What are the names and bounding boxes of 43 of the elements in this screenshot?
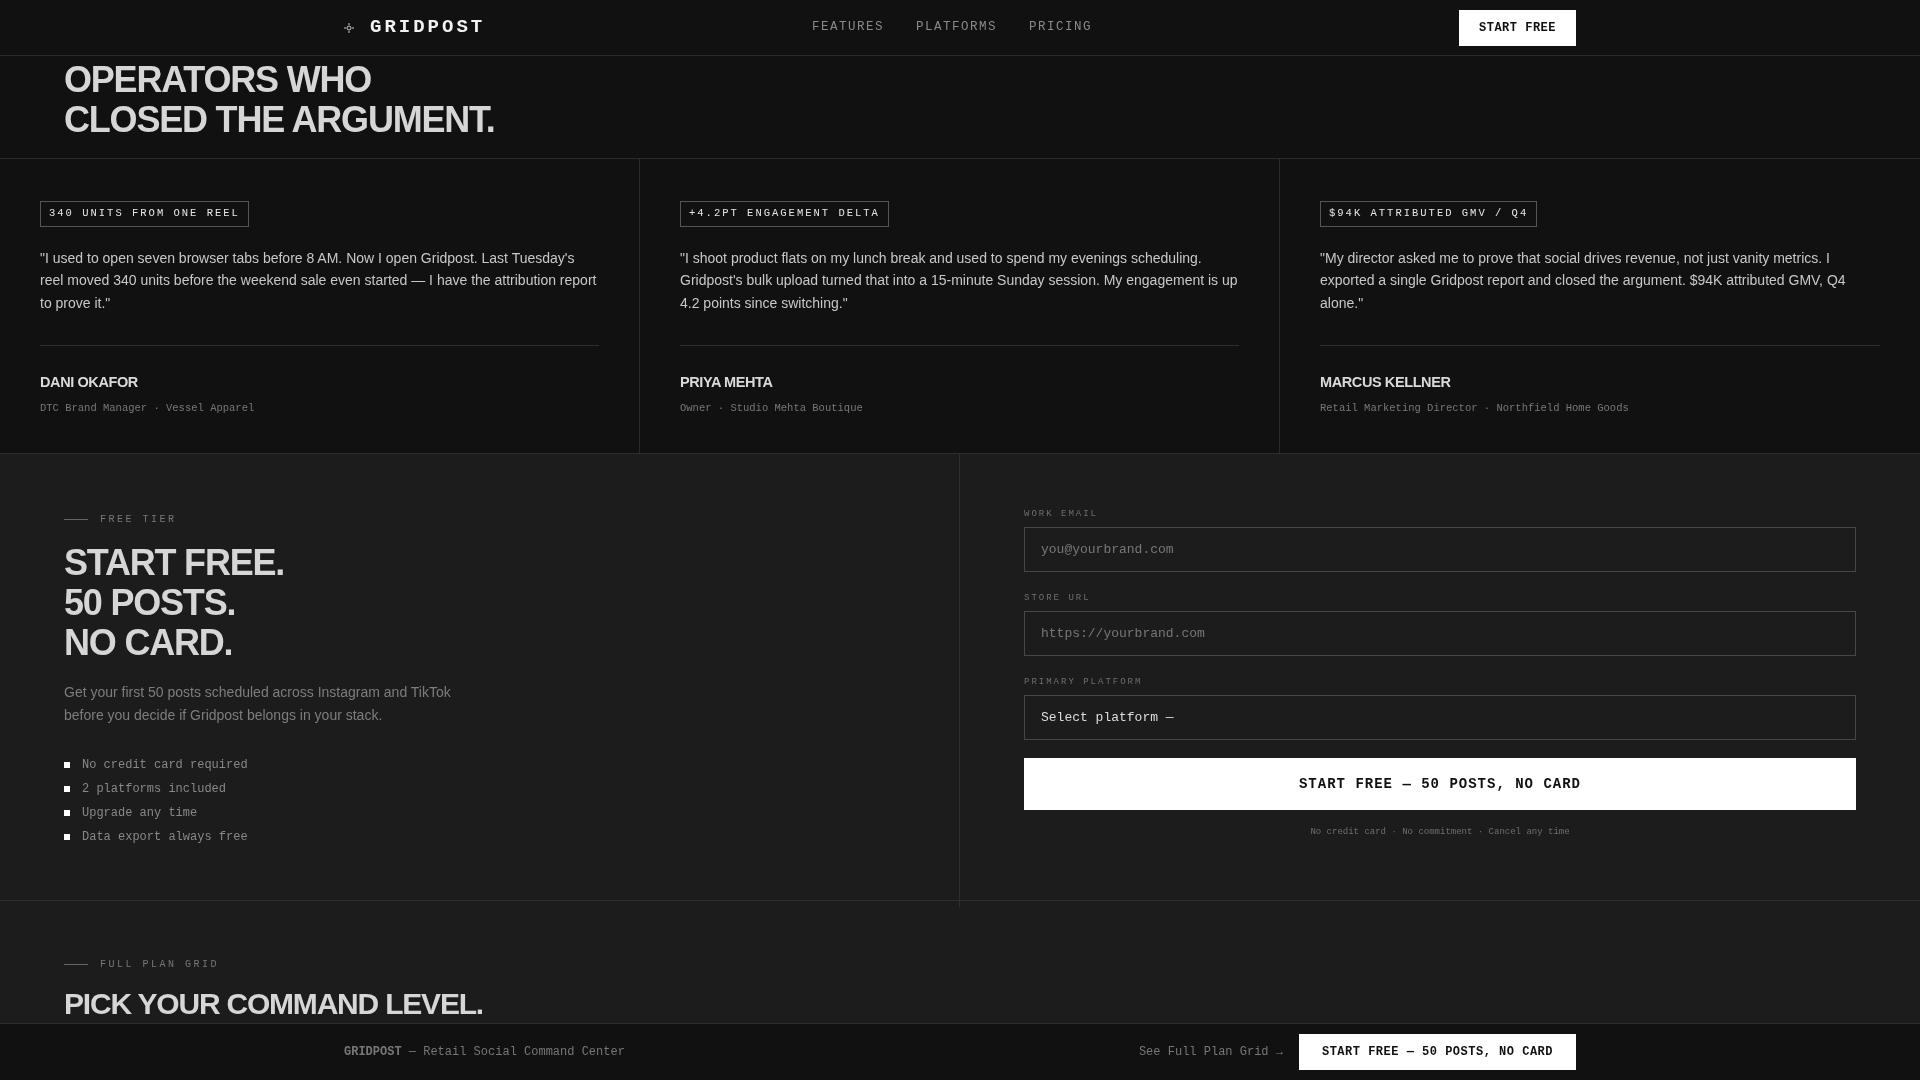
eyebrow-label: FREE TIER (100, 513, 177, 527)
brand-logo[interactable]: GRIDPOST (370, 13, 486, 42)
input-field[interactable]: you@yourbrand.com (1024, 527, 1856, 572)
start-free-button[interactable]: START FREE — 50 POSTS, NO CARD (1298, 1034, 1576, 1070)
author-name: DANI OKAFOR (40, 373, 138, 390)
author-name: PRIYA MEHTA (680, 373, 773, 390)
description-text: Get your first 50 posts scheduled across Instagram and TikTok before you decide if Gridpost belongs in your stack. (64, 683, 452, 725)
feature-item: Upgrade any time (82, 805, 198, 822)
footer-tagline: GRIDPOST — Retail Social Command Center (344, 1044, 625, 1061)
author-role: Owner · Studio Mehta Boutique (680, 401, 863, 414)
field-label: PRIMARY PLATFORM (1024, 677, 1143, 687)
metric-tag: +4.2PT ENGAGEMENT DELTA (680, 201, 889, 227)
feature-item: Data export always free (82, 829, 248, 846)
eyebrow-label: FULL PLAN GRID (100, 958, 219, 972)
section-heading: START FREE. 50 POSTS. NO CARD. (64, 543, 286, 663)
section-heading: OPERATORS WHO CLOSED THE ARGUMENT. (64, 60, 496, 140)
nav-link[interactable]: PRICING (1029, 18, 1093, 37)
author-name: MARCUS KELLNER (1320, 373, 1451, 390)
testimonial-quote: "I shoot product flats on my lunch break and used to spend my evenings scheduling. Gridpost's bulk upload turned that into a 15-minute Sunday session. My engagement is up 4.2 points since switching." (680, 248, 1239, 311)
start-free-button[interactable]: START FREE (1459, 9, 1576, 46)
bullet-icon (64, 834, 70, 840)
feature-item: No credit card required (82, 757, 248, 774)
nav-link[interactable]: FEATURES (812, 18, 885, 37)
metric-tag: 340 UNITS FROM ONE REEL (40, 201, 249, 227)
testimonial-quote: "I used to open seven browser tabs before 8 AM. Now I open Gridpost. Last Tuesday's reel moved 340 units before the weekend sale even started — I have the attribution report to prove it." (40, 248, 598, 311)
author-role: Retail Marketing Director · Northfield Home Goods (1320, 401, 1629, 414)
field-label: WORK EMAIL (1024, 509, 1098, 519)
section-heading: PICK YOUR COMMAND LEVEL. (64, 986, 484, 1022)
input-field[interactable]: https://yourbrand.com (1024, 611, 1856, 656)
form-note: No credit card · No commitment · Cancel any time (1309, 826, 1571, 839)
metric-tag: $94K ATTRIBUTED GMV / Q4 (1320, 201, 1538, 227)
nav-link[interactable]: PLATFORMS (916, 18, 998, 37)
bullet-icon (64, 786, 70, 792)
submit-button[interactable]: START FREE — 50 POSTS, NO CARD (1024, 758, 1856, 810)
field-label: STORE URL (1024, 593, 1091, 603)
sun-icon (344, 22, 354, 33)
plan-grid-link[interactable]: See Full Plan Grid → (1138, 1043, 1283, 1061)
testimonial-quote: "My director asked me to prove that social drives revenue, not just vanity metrics. I exported a single Gridpost report and closed the argument. $94K attributed GMV, Q4 alone." (1320, 248, 1847, 311)
feature-item: 2 platforms included (82, 781, 227, 798)
bullet-icon (64, 762, 70, 768)
author-role: DTC Brand Manager · Vessel Apparel (40, 401, 255, 414)
bullet-icon (64, 810, 70, 816)
platform-select[interactable]: Select platform — (1024, 695, 1856, 740)
